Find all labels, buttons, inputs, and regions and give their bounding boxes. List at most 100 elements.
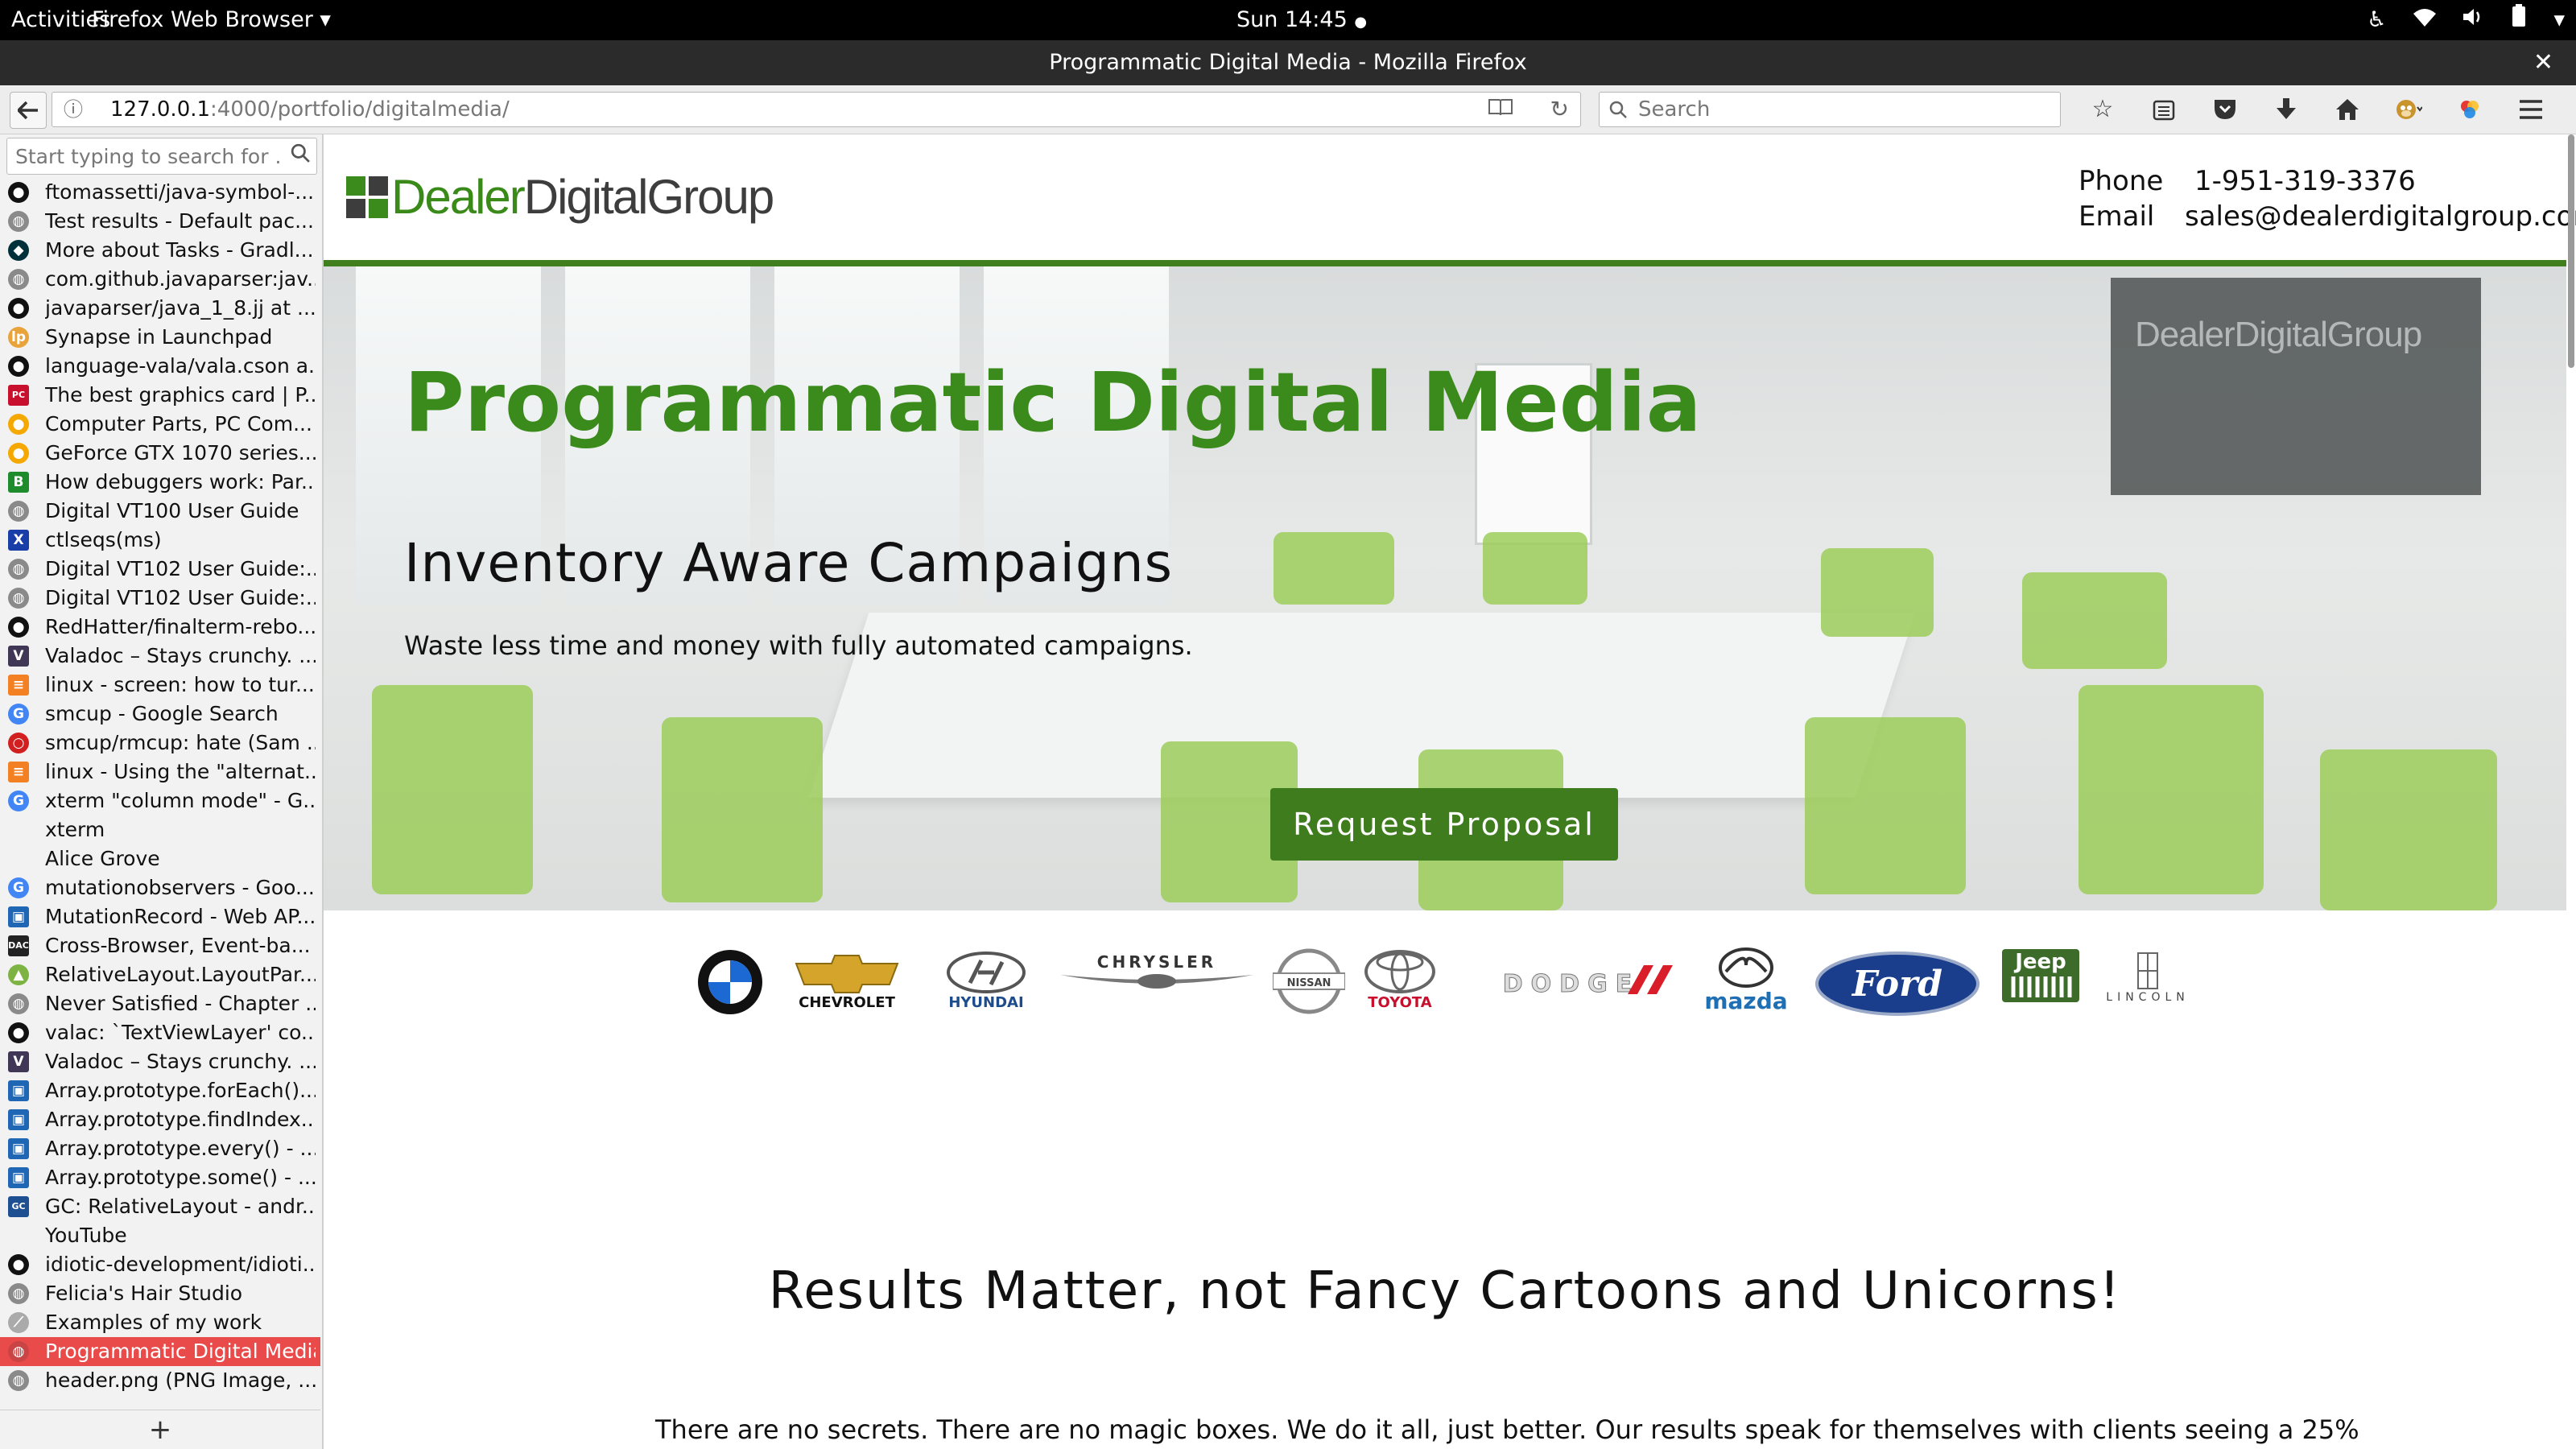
history-item-label: xterm <box>45 818 105 841</box>
page-scrollbar[interactable] <box>2568 134 2574 368</box>
history-item[interactable]: YouTube <box>0 1221 320 1250</box>
history-item[interactable]: ● GeForce GTX 1070 series... <box>0 439 320 468</box>
history-item[interactable]: ◍ Digital VT102 User Guide:... <box>0 584 320 613</box>
sidebar-search-input[interactable] <box>14 143 283 169</box>
history-item-label: header.png (PNG Image, ... <box>45 1368 316 1392</box>
hero-title: Programmatic Digital Media <box>404 355 1702 451</box>
window-title-bar: Programmatic Digital Media - Mozilla Fir… <box>0 40 2576 85</box>
history-item[interactable]: ▣ Array.prototype.every() - ... <box>0 1134 320 1163</box>
search-bar[interactable] <box>1599 92 2061 127</box>
logo-text-part2: DigitalGroup <box>523 170 774 224</box>
info-icon[interactable]: ⓘ <box>64 93 83 126</box>
clock-label: Sun 14:45 <box>1236 7 1348 32</box>
history-item[interactable]: ◍ Test results - Default pac... <box>0 207 320 236</box>
history-item[interactable]: ● ftomassetti/java-symbol-... <box>0 178 320 207</box>
toyota-logo-icon <box>1364 950 1435 993</box>
history-item-label: Synapse in Launchpad <box>45 325 273 349</box>
hyundai-logo-icon <box>947 952 1026 993</box>
history-item[interactable]: GC GC: RelativeLayout - andr... <box>0 1192 320 1221</box>
app-menu[interactable]: Firefox Web Browser ▾ <box>92 0 331 40</box>
history-item[interactable]: ◆ More about Tasks - Gradl... <box>0 236 320 265</box>
email-value[interactable]: sales@dealerdigitalgroup.com <box>2185 199 2576 234</box>
accessibility-icon[interactable]: ♿ <box>2367 0 2386 40</box>
brand-label: mazda <box>1704 988 1788 1014</box>
history-item[interactable]: V Valadoc – Stays crunchy. ... <box>0 642 320 671</box>
history-item[interactable]: ● idiotic-development/idioti... <box>0 1250 320 1279</box>
history-item[interactable]: ◍ Digital VT102 User Guide:... <box>0 555 320 584</box>
clock[interactable]: Sun 14:45 ● <box>1236 0 1367 40</box>
ford-logo-text: Ford <box>1851 964 1942 1005</box>
gnome-top-bar: Activities Firefox Web Browser ▾ Sun 14:… <box>0 0 2576 40</box>
download-icon[interactable] <box>2256 85 2317 134</box>
sidebar-search[interactable] <box>6 138 317 175</box>
home-icon[interactable] <box>2317 85 2378 134</box>
history-item[interactable]: xterm <box>0 815 320 844</box>
email-label: Email <box>2079 200 2155 233</box>
history-item-label: Digital VT100 User Guide <box>45 499 299 522</box>
history-item[interactable]: Xctlseqs(ms) <box>0 526 320 555</box>
history-item[interactable]: ≡ linux - screen: how to tur... <box>0 671 320 700</box>
hamburger-menu-icon[interactable] <box>2500 85 2562 134</box>
newegg-favicon-icon: ● <box>8 414 29 435</box>
dac-favicon-icon: DAC <box>8 935 29 956</box>
history-item[interactable]: lp Synapse in Launchpad <box>0 323 320 352</box>
history-item[interactable]: ● javaparser/java_1_8.jj at ... <box>0 294 320 323</box>
history-item[interactable]: Gmutationobservers - Goo... <box>0 873 320 902</box>
history-item[interactable]: Alice Grove <box>0 844 320 873</box>
history-item[interactable]: V Valadoc – Stays crunchy. ... <box>0 1047 320 1076</box>
history-item[interactable]: ▣ Array.prototype.forEach()... <box>0 1076 320 1105</box>
history-item[interactable]: ⟋ Examples of my work <box>0 1308 320 1337</box>
history-item-label: smcup/rmcup: hate (Sam ... <box>45 731 316 754</box>
add-button[interactable]: + <box>0 1410 320 1449</box>
history-item[interactable]: DAC Cross-Browser, Event-ba... <box>0 931 320 960</box>
history-item[interactable]: ● valac: `TextViewLayer' co... <box>0 1018 320 1047</box>
back-button[interactable] <box>10 92 47 129</box>
history-item[interactable]: ○ smcup/rmcup: hate (Sam ... <box>0 729 320 758</box>
request-proposal-button[interactable]: Request Proposal <box>1270 788 1618 861</box>
jeep-logo-text: Jeep <box>2013 950 2066 974</box>
history-item-label: The best graphics card | P... <box>45 383 316 407</box>
history-item-label: How debuggers work: Par... <box>45 470 316 493</box>
phone-value[interactable]: 1-951-319-3376 <box>2194 163 2416 199</box>
search-input[interactable] <box>1637 96 2042 123</box>
history-item[interactable]: ≡ linux - Using the "alternat... <box>0 758 320 786</box>
extension-color-icon[interactable] <box>2439 85 2500 134</box>
history-item[interactable]: Gxterm "column mode" - G... <box>0 786 320 815</box>
search-icon <box>1609 93 1627 129</box>
history-item-label: javaparser/java_1_8.jj at ... <box>45 296 316 320</box>
url-bar[interactable]: ⓘ 127.0.0.1:4000/portfolio/digitalmedia/… <box>52 92 1581 127</box>
history-item[interactable]: ◍ Felicia's Hair Studio <box>0 1279 320 1308</box>
history-item[interactable]: B How debuggers work: Par... <box>0 468 320 497</box>
history-item[interactable]: ▣ Array.prototype.findIndex... <box>0 1105 320 1134</box>
library-icon[interactable] <box>2133 85 2194 134</box>
app-menu-label: Firefox Web Browser <box>92 7 313 32</box>
globe-favicon-icon: ◍ <box>8 1341 29 1362</box>
notification-dot-icon: ● <box>1354 14 1368 31</box>
history-item[interactable]: ◍ com.github.javaparser:jav... <box>0 265 320 294</box>
extension-monkey-icon[interactable] <box>2378 85 2439 134</box>
history-item[interactable]: ◍ header.png (PNG Image, ... <box>0 1366 320 1395</box>
history-item[interactable]: ● RedHatter/finalterm-rebo... <box>0 613 320 642</box>
history-item[interactable]: PC The best graphics card | P... <box>0 381 320 410</box>
history-item[interactable]: ● Computer Parts, PC Com... <box>0 410 320 439</box>
history-item[interactable]: ◍ Digital VT100 User Guide <box>0 497 320 526</box>
history-item[interactable]: ▣ Array.prototype.some() - ... <box>0 1163 320 1192</box>
history-item[interactable]: ▲ RelativeLayout.LayoutPar... <box>0 960 320 989</box>
history-item[interactable]: ◍ Never Satisfied - Chapter ... <box>0 989 320 1018</box>
reload-icon[interactable]: ↻ <box>1550 93 1569 126</box>
history-item[interactable]: Gsmcup - Google Search <box>0 700 320 729</box>
close-icon[interactable]: ✕ <box>2533 40 2553 85</box>
valadoc-favicon-icon: V <box>8 646 29 667</box>
url-host: 127.0.0.1 <box>110 97 211 122</box>
mdn-favicon-icon: ▣ <box>8 906 29 927</box>
history-item[interactable]: ◍ Programmatic Digital Media <box>0 1337 320 1366</box>
history-item[interactable]: ▣ MutationRecord - Web AP... <box>0 902 320 931</box>
nissan-logo-icon: NISSAN <box>1273 948 1345 1014</box>
system-tray[interactable]: ♿ ▾ <box>2367 0 2565 40</box>
bookmark-star-icon[interactable]: ☆ <box>2072 85 2133 134</box>
reader-view-icon[interactable] <box>1488 93 1513 126</box>
pocket-icon[interactable] <box>2194 85 2256 134</box>
url-text[interactable]: 127.0.0.1:4000/portfolio/digitalmedia/ <box>110 93 510 126</box>
logo-text-part1: Dealer <box>391 170 526 224</box>
history-item[interactable]: ● language-vala/vala.cson a... <box>0 352 320 381</box>
